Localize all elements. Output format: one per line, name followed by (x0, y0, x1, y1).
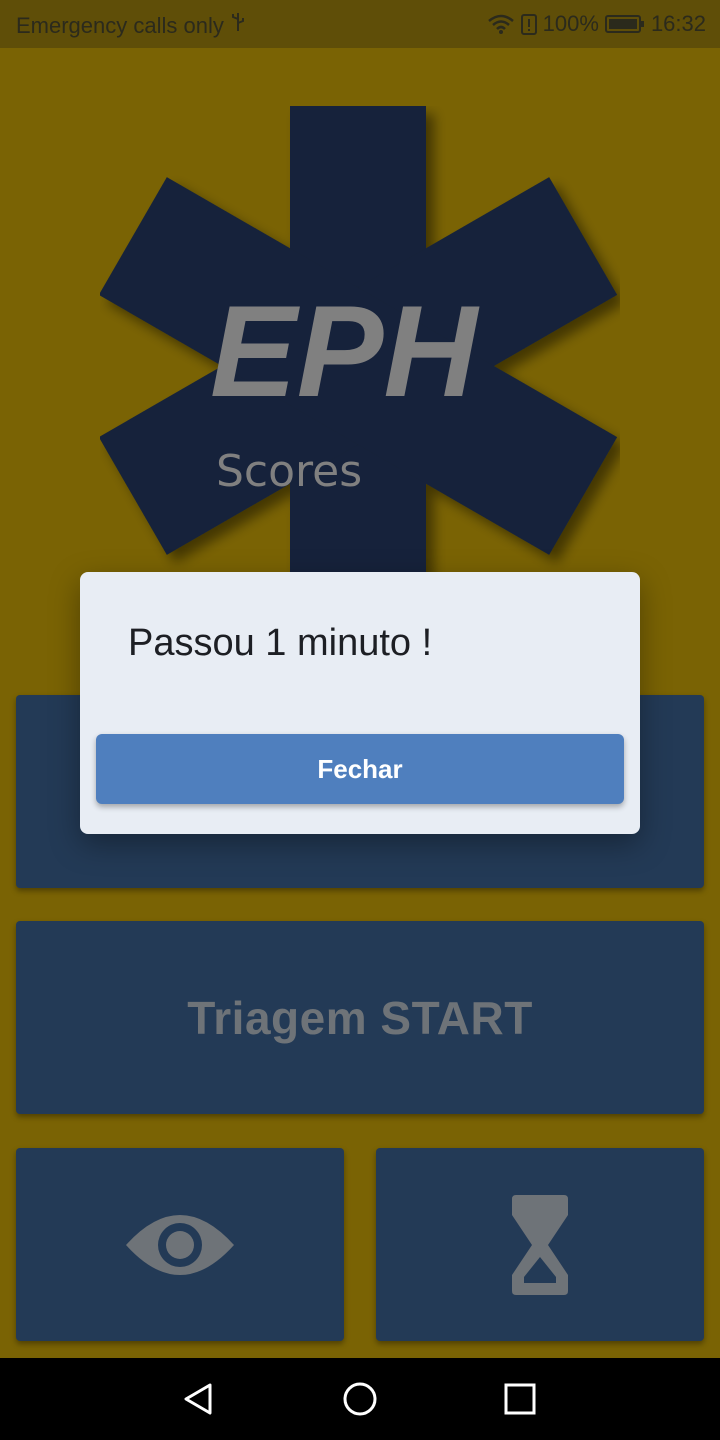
status-left: Emergency calls only (16, 11, 246, 39)
navigation-bar (0, 1358, 720, 1440)
hourglass-icon (512, 1194, 568, 1295)
recents-icon[interactable] (500, 1379, 540, 1419)
home-icon[interactable] (340, 1379, 380, 1419)
status-bar: Emergency calls only 100% 16:32 (0, 0, 720, 48)
triagem-start-button[interactable]: Triagem START (16, 921, 704, 1114)
logo-title: EPH (210, 278, 480, 424)
usb-icon (232, 13, 244, 31)
alert-icon (520, 14, 537, 35)
status-right: 100% 16:32 (487, 11, 706, 37)
battery-percent: 100% (542, 11, 599, 36)
eye-icon (126, 1214, 234, 1275)
dialog-message: Passou 1 minuto ! (128, 622, 433, 664)
eye-button[interactable] (16, 1148, 344, 1341)
alert-dialog: Passou 1 minuto ! Fechar (80, 572, 640, 834)
battery-icon (604, 15, 644, 33)
back-icon[interactable] (180, 1379, 220, 1419)
wifi-icon (487, 14, 514, 34)
clock: 16:32 (650, 11, 706, 36)
triagem-start-label: Triagem START (187, 991, 533, 1044)
eph-logo: EPH Scores (100, 106, 618, 626)
close-button[interactable]: Fechar (96, 734, 624, 804)
logo-subtitle: Scores (216, 446, 362, 497)
carrier-text: Emergency calls only (16, 13, 224, 38)
timer-button[interactable] (376, 1148, 704, 1341)
